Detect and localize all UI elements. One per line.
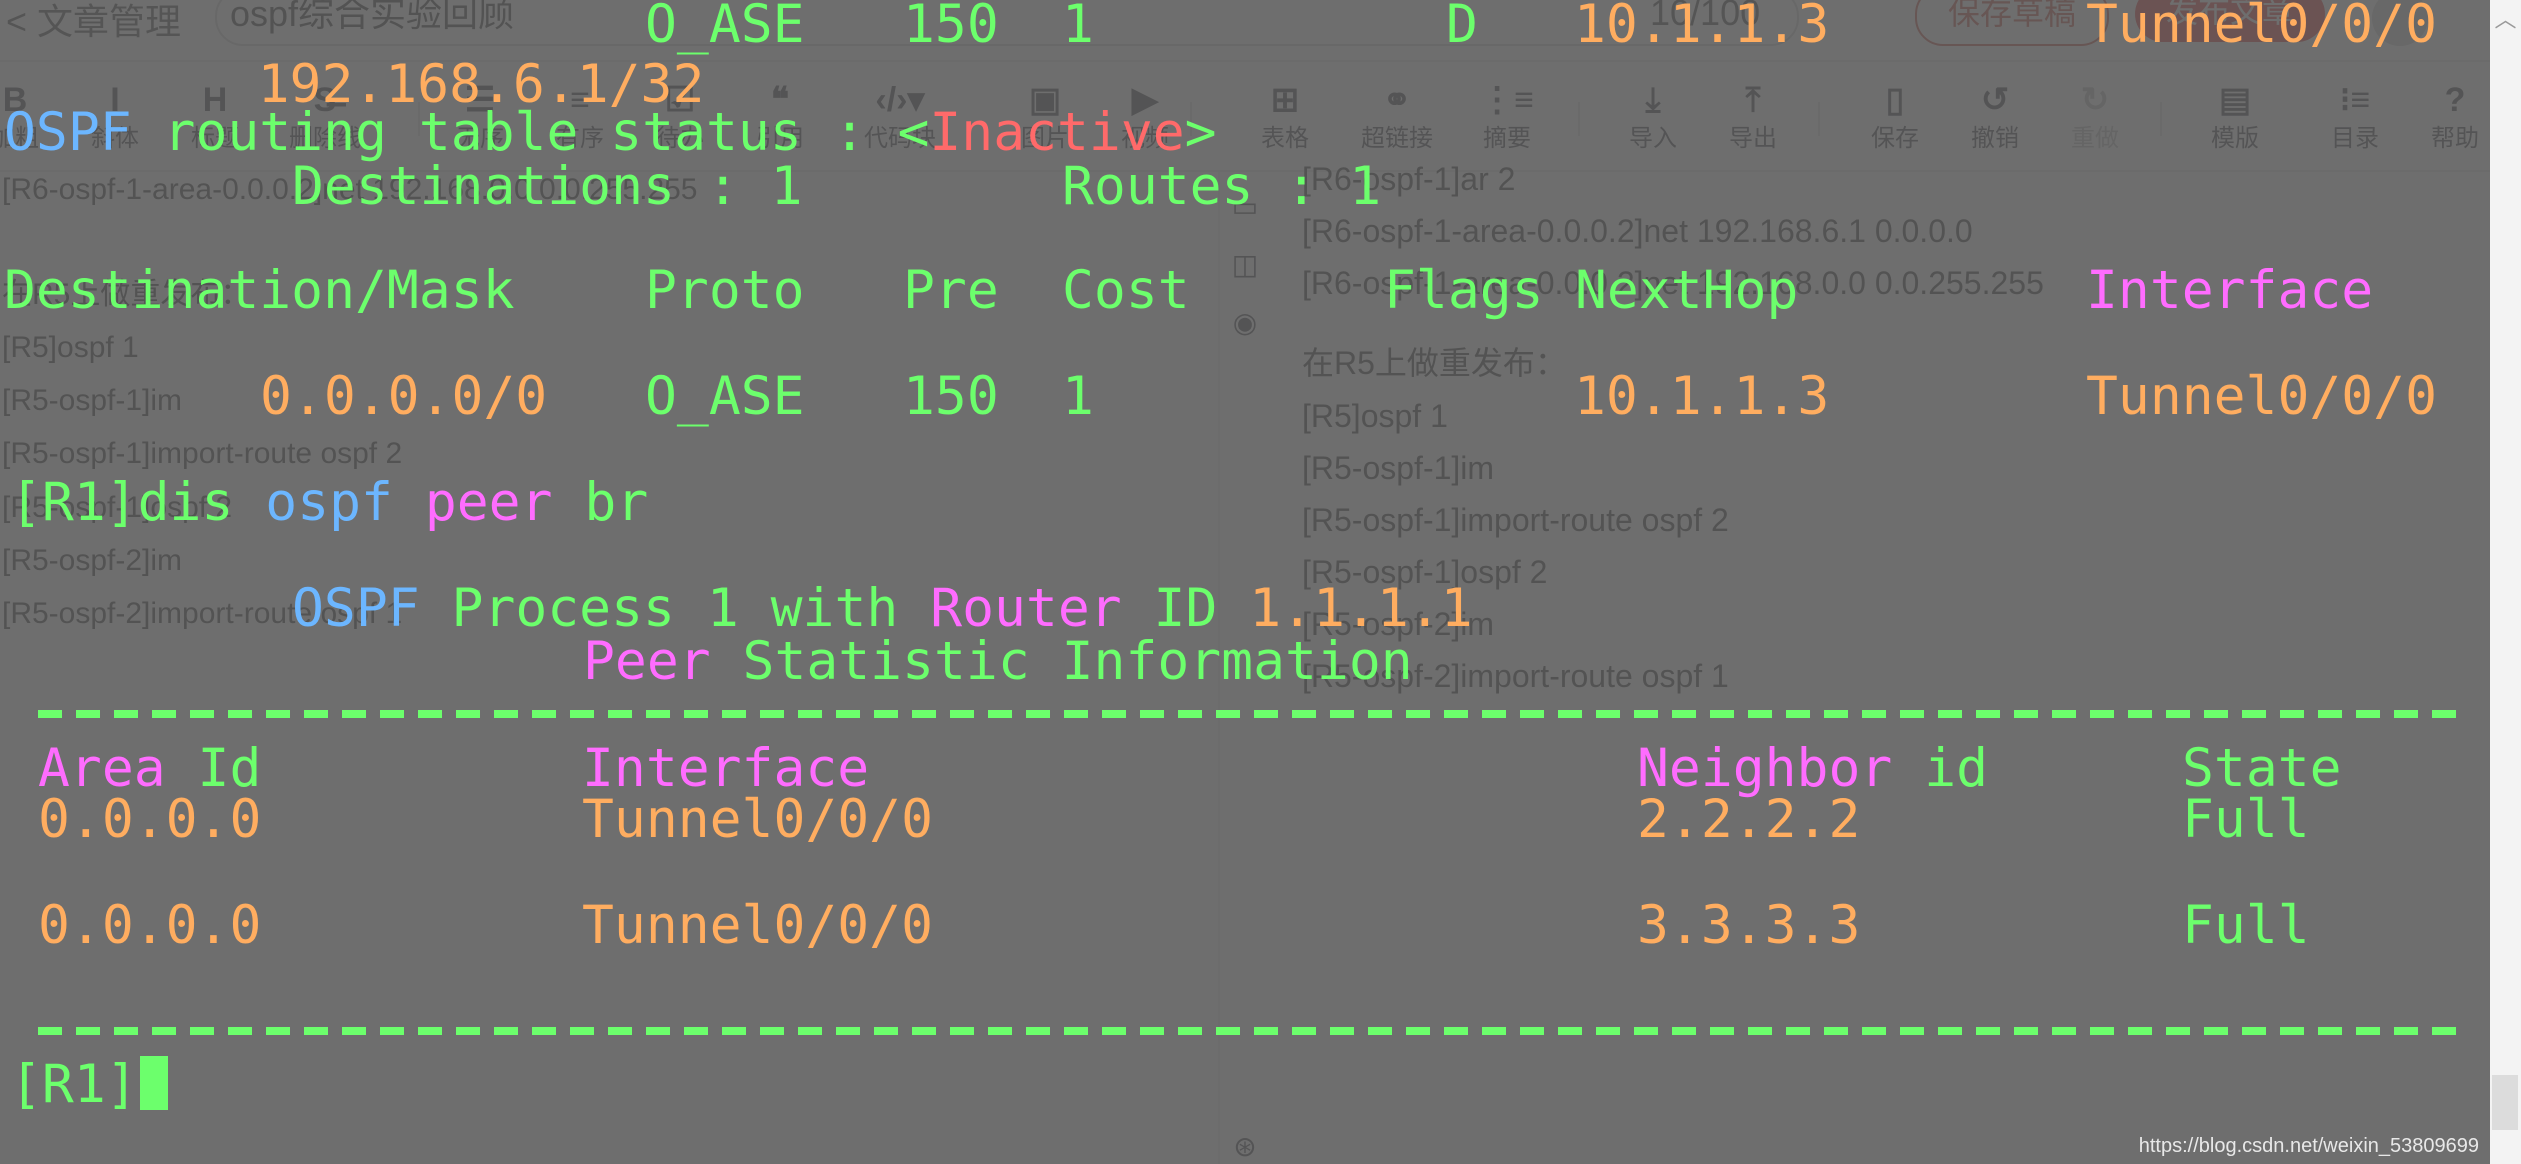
router-id-value: 1.1.1.1	[1249, 578, 1473, 639]
ospf-keyword: OSPF	[4, 102, 132, 163]
bracket-close: >	[1184, 102, 1217, 163]
routes-count: Routes : 1	[1062, 157, 1381, 217]
peer-keyword: Peer	[583, 631, 711, 692]
peer-state: Full	[2182, 789, 2310, 850]
route-flags: D	[1446, 0, 1478, 55]
route-proto: O_ASE	[645, 0, 805, 55]
route-nexthop: 10.1.1.3	[1574, 0, 1830, 55]
scroll-up-icon[interactable]: ︿	[2490, 2, 2521, 34]
command-verb: dis	[137, 472, 234, 533]
terminal-prompt: [R1]	[10, 1054, 138, 1115]
inactive-route-proto: O_ASE	[645, 366, 805, 427]
bracket-open: <	[897, 102, 930, 163]
header-nexthop: NextHop	[1575, 260, 1799, 321]
peer-area: 0.0.0.0	[38, 789, 262, 850]
terminal-prompt-line[interactable]: [R1]	[10, 1055, 168, 1115]
neighbor-id-keyword: id	[1892, 738, 1989, 799]
destinations-count: Destinations : 1	[292, 157, 803, 217]
inactive-route-interface: Tunnel0/0/0	[2086, 366, 2437, 427]
scrollbar-thumb[interactable]	[2492, 1075, 2518, 1130]
peer-neighbor: 2.2.2.2	[1637, 789, 1861, 850]
ospf-process-line: OSPF Process 1 with Router ID 1.1.1.1	[292, 579, 1473, 639]
inactive-route-nexthop: 10.1.1.3	[1574, 366, 1830, 427]
csdn-watermark: https://blog.csdn.net/weixin_53809699	[2138, 1135, 2479, 1157]
status-inactive: Inactive	[929, 102, 1185, 163]
command-prompt: [R1]	[10, 472, 138, 533]
terminal-output: 192.168.6.1/32 O_ASE 150 1 D 10.1.1.3 Tu…	[0, 0, 2490, 1164]
peer-statistic-title: Peer Statistic Information	[583, 632, 1413, 692]
peer-interface: Tunnel0/0/0	[582, 895, 933, 956]
process-ospf-keyword: OSPF	[292, 578, 420, 639]
header-flags: Flags	[1384, 260, 1544, 321]
terminal-cursor	[139, 1056, 168, 1110]
peer-state: Full	[2182, 895, 2310, 956]
status-label: routing table status :	[131, 102, 898, 163]
separator-dashes-bottom	[38, 1027, 2468, 1035]
destinations-value: 1	[770, 156, 803, 217]
page-scrollbar[interactable]: ︿	[2490, 0, 2521, 1164]
statistic-information-text: Statistic Information	[710, 631, 1413, 692]
header-proto: Proto	[645, 260, 805, 321]
routes-label: Routes :	[1062, 156, 1350, 217]
inactive-route-pre: 150	[903, 366, 999, 427]
command-arg-br: br	[584, 472, 649, 533]
peer-interface: Tunnel0/0/0	[582, 789, 933, 850]
routing-table-status-line: OSPF routing table status : <Inactive>	[4, 103, 1217, 163]
header-interface: Interface	[2086, 260, 2374, 321]
inactive-route-cost: 1	[1062, 366, 1094, 427]
route-pre: 150	[903, 0, 999, 55]
peer-area: 0.0.0.0	[38, 895, 262, 956]
destinations-label: Destinations :	[292, 156, 771, 217]
command-line: [R1]dis ospf peer br	[10, 473, 648, 533]
routes-value: 1	[1349, 156, 1382, 217]
command-arg-ospf: ospf	[265, 472, 393, 533]
route-interface: Tunnel0/0/0	[2086, 0, 2437, 55]
route-cost: 1	[1062, 0, 1094, 55]
process-text: Process 1 with	[419, 578, 931, 639]
router-keyword: Router	[930, 578, 1122, 639]
command-arg-peer: peer	[424, 472, 553, 533]
header-pre: Pre	[903, 260, 999, 321]
inactive-route-dest: 0.0.0.0/0	[260, 366, 548, 427]
header-destination-mask: Destination/Mask	[4, 260, 515, 321]
id-keyword: ID	[1121, 578, 1250, 639]
separator-dashes-top	[38, 710, 2468, 718]
header-cost: Cost	[1062, 260, 1190, 321]
peer-neighbor: 3.3.3.3	[1637, 895, 1861, 956]
